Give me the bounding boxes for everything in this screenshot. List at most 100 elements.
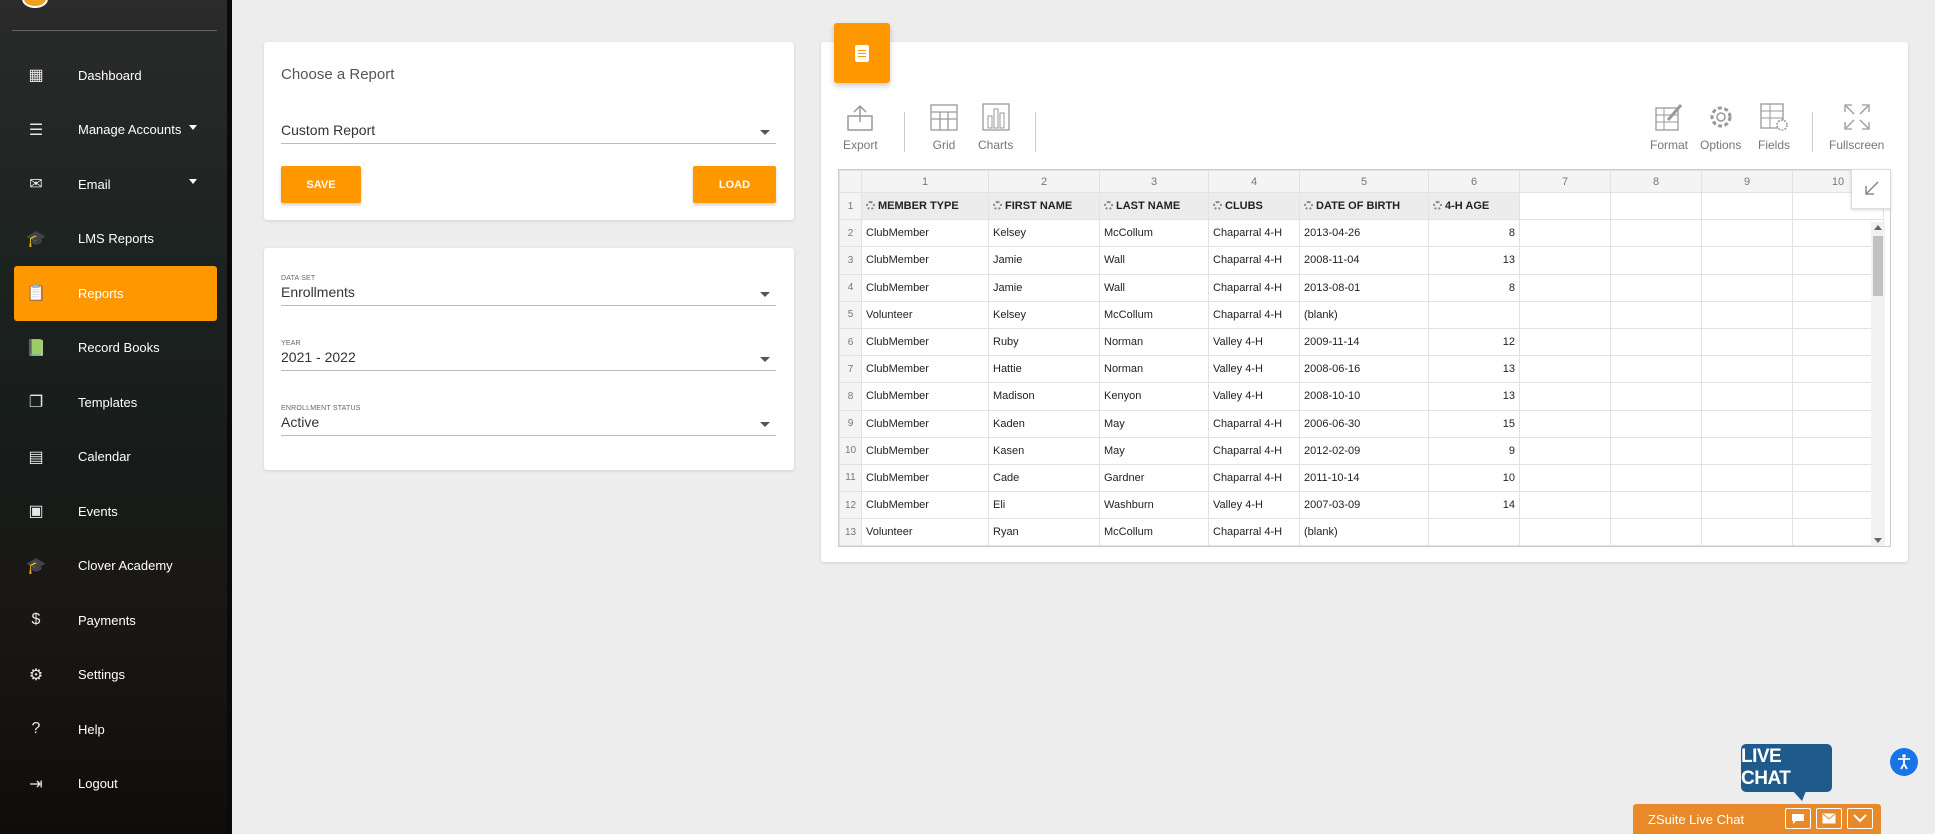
table-cell[interactable]: ClubMember (861, 327, 989, 357)
empty-cell[interactable] (1610, 436, 1702, 465)
table-cell[interactable]: 2011-10-14 (1299, 463, 1429, 493)
sidebar-item-settings[interactable]: ⚙ Settings (0, 648, 227, 703)
empty-cell[interactable] (1792, 518, 1884, 546)
table-cell[interactable]: Jamie (988, 246, 1100, 275)
table-cell[interactable]: 2012-02-09 (1299, 436, 1429, 465)
sidebar-item-reports[interactable]: 📋 Reports (14, 266, 217, 321)
sidebar-item-events[interactable]: ▣ Events (0, 484, 227, 539)
column-header[interactable]: 4-H AGE (1428, 191, 1520, 221)
empty-cell[interactable] (1701, 463, 1793, 493)
empty-cell[interactable] (1610, 300, 1702, 329)
empty-cell[interactable] (1610, 327, 1702, 357)
column-number[interactable]: 9 (1701, 170, 1793, 193)
empty-cell[interactable] (1701, 219, 1793, 248)
table-cell[interactable]: Kelsey (988, 300, 1100, 329)
sidebar-item-help[interactable]: ? Help (0, 702, 227, 757)
column-number[interactable]: 7 (1519, 170, 1611, 193)
gear-icon[interactable] (1304, 201, 1313, 211)
table-cell[interactable]: Wall (1099, 273, 1209, 302)
empty-cell[interactable] (1610, 491, 1702, 520)
empty-cell[interactable] (1701, 436, 1793, 465)
collapse-chat-button[interactable] (1847, 808, 1873, 829)
empty-cell[interactable] (1792, 382, 1884, 411)
table-cell[interactable]: 2013-04-26 (1299, 219, 1429, 248)
scroll-up-icon[interactable] (1874, 225, 1882, 230)
live-chat-bar[interactable]: ZSuite Live Chat (1633, 804, 1881, 834)
table-cell[interactable]: 2013-08-01 (1299, 273, 1429, 302)
table-cell[interactable]: 13 (1428, 382, 1520, 411)
gear-icon[interactable] (1104, 201, 1113, 211)
table-cell[interactable]: 2008-11-04 (1299, 246, 1429, 275)
table-cell[interactable]: Washburn (1099, 491, 1209, 520)
table-cell[interactable]: Ryan (988, 518, 1100, 546)
gear-icon[interactable] (1433, 201, 1442, 211)
empty-cell[interactable] (1701, 273, 1793, 302)
table-cell[interactable]: Chaparral 4-H (1208, 219, 1300, 248)
empty-cell[interactable] (1610, 246, 1702, 275)
table-cell[interactable]: Kasen (988, 436, 1100, 465)
table-cell[interactable]: ClubMember (861, 246, 989, 275)
table-cell[interactable]: 8 (1428, 273, 1520, 302)
empty-cell[interactable] (1792, 219, 1884, 248)
fullscreen-button[interactable]: Fullscreen (1829, 102, 1884, 152)
column-number[interactable]: 1 (861, 170, 989, 193)
table-cell[interactable]: Kenyon (1099, 382, 1209, 411)
empty-cell[interactable] (1701, 327, 1793, 357)
report-grid[interactable]: 1 2 3 4 5 6 7 8 9 10 1 MEMBER TYPE FIRST NAME LAST NA… (838, 169, 1891, 547)
empty-cell[interactable] (1792, 273, 1884, 302)
empty-cell[interactable] (1519, 300, 1611, 329)
empty-cell[interactable] (1519, 191, 1611, 221)
empty-cell[interactable] (1701, 246, 1793, 275)
empty-cell[interactable] (1519, 491, 1611, 520)
table-cell[interactable]: Valley 4-H (1208, 382, 1300, 411)
gear-icon[interactable] (1213, 201, 1222, 211)
empty-cell[interactable] (1610, 219, 1702, 248)
table-cell[interactable]: Ruby (988, 327, 1100, 357)
table-cell[interactable]: Hattie (988, 355, 1100, 384)
empty-cell[interactable] (1792, 409, 1884, 438)
options-button[interactable]: Options (1700, 102, 1741, 152)
empty-cell[interactable] (1610, 463, 1702, 493)
table-cell[interactable]: (blank) (1299, 300, 1429, 329)
gear-icon[interactable] (993, 201, 1002, 211)
empty-cell[interactable] (1792, 355, 1884, 384)
column-header[interactable]: CLUBS (1208, 191, 1300, 221)
table-cell[interactable]: ClubMember (861, 219, 989, 248)
table-cell[interactable]: Volunteer (861, 518, 989, 546)
table-cell[interactable]: ClubMember (861, 463, 989, 493)
table-cell[interactable]: Volunteer (861, 300, 989, 329)
table-cell[interactable]: Jamie (988, 273, 1100, 302)
empty-cell[interactable] (1792, 491, 1884, 520)
table-cell[interactable]: McCollum (1099, 518, 1209, 546)
report-select[interactable]: Custom Report (281, 122, 776, 144)
empty-cell[interactable] (1792, 246, 1884, 275)
empty-cell[interactable] (1519, 273, 1611, 302)
export-button[interactable]: Export (843, 102, 878, 152)
table-cell[interactable]: McCollum (1099, 300, 1209, 329)
table-cell[interactable]: 12 (1428, 327, 1520, 357)
empty-cell[interactable] (1610, 355, 1702, 384)
column-header[interactable]: MEMBER TYPE (861, 191, 989, 221)
table-cell[interactable]: Valley 4-H (1208, 491, 1300, 520)
column-header[interactable]: LAST NAME (1099, 191, 1209, 221)
sidebar-item-templates[interactable]: ❐ Templates (0, 375, 227, 430)
save-button[interactable]: SAVE (281, 166, 361, 203)
table-cell[interactable]: 2007-03-09 (1299, 491, 1429, 520)
empty-cell[interactable] (1701, 518, 1793, 546)
table-cell[interactable]: 2006-06-30 (1299, 409, 1429, 438)
table-cell[interactable] (1428, 518, 1520, 546)
column-header[interactable]: DATE OF BIRTH (1299, 191, 1429, 221)
accessibility-button[interactable] (1890, 748, 1918, 776)
table-cell[interactable]: Chaparral 4-H (1208, 300, 1300, 329)
table-cell[interactable]: ClubMember (861, 409, 989, 438)
sidebar-item-logout[interactable]: ⇥ Logout (0, 757, 227, 812)
empty-cell[interactable] (1701, 355, 1793, 384)
table-cell[interactable]: Valley 4-H (1208, 327, 1300, 357)
table-cell[interactable]: Madison (988, 382, 1100, 411)
empty-cell[interactable] (1701, 382, 1793, 411)
table-cell[interactable]: 2008-06-16 (1299, 355, 1429, 384)
fields-button[interactable]: Fields (1758, 102, 1790, 152)
table-cell[interactable]: ClubMember (861, 355, 989, 384)
empty-cell[interactable] (1610, 382, 1702, 411)
table-cell[interactable]: Norman (1099, 327, 1209, 357)
